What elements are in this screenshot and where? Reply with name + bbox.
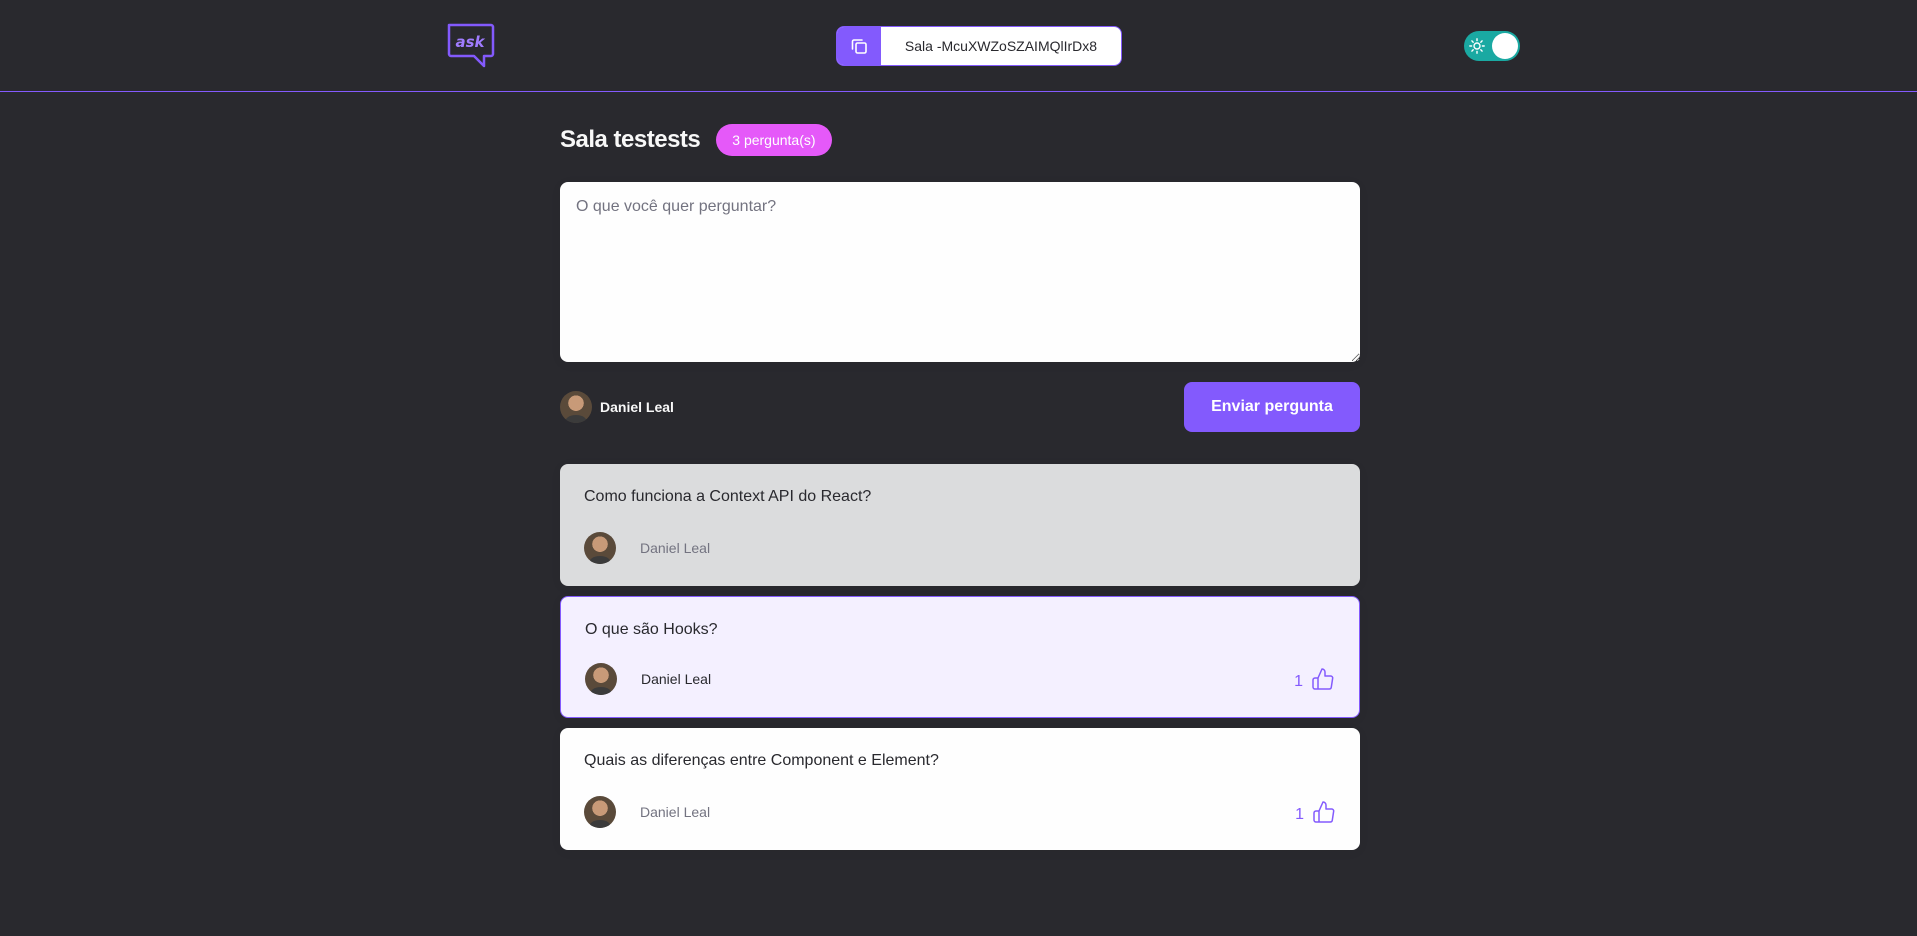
question-author: Daniel Leal: [585, 663, 711, 695]
author-name: Daniel Leal: [640, 540, 711, 556]
question-footer: Daniel Leal 1: [584, 796, 1336, 828]
like-button[interactable]: 1: [1295, 800, 1336, 824]
like-count: 1: [1295, 806, 1304, 823]
room-title-row: Sala testests 3 pergunta(s): [560, 124, 832, 156]
author-name: Daniel Leal: [640, 804, 711, 820]
ask-logo: ask: [446, 22, 496, 68]
copy-icon: [837, 27, 881, 65]
question-text: Quais as diferenças entre Component e El…: [584, 752, 939, 769]
sun-icon: [1469, 38, 1485, 54]
room-code-text: Sala -McuXWZoSZAIMQlIrDx8: [904, 38, 1098, 54]
question-item: Quais as diferenças entre Component e El…: [560, 728, 1360, 850]
send-question-button[interactable]: Enviar pergunta: [1184, 382, 1360, 432]
logo-text: ask: [455, 33, 485, 51]
user-name: Daniel Leal: [600, 399, 674, 415]
avatar: [585, 663, 617, 695]
thumbs-up-icon: [1312, 668, 1334, 690]
like-count: 1: [1294, 673, 1303, 690]
question-text: O que são Hooks?: [585, 621, 718, 638]
question-list: Como funciona a Context API do React? Da…: [560, 464, 1360, 860]
avatar: [560, 391, 592, 423]
question-author: Daniel Leal: [584, 796, 710, 828]
question-footer: Daniel Leal: [584, 532, 1336, 564]
room-code-button[interactable]: Sala -McuXWZoSZAIMQlIrDx8: [836, 26, 1122, 66]
question-item: Como funciona a Context API do React? Da…: [560, 464, 1360, 586]
author-name: Daniel Leal: [641, 671, 712, 687]
form-footer: Daniel Leal Enviar pergunta: [560, 382, 1360, 432]
toggle-knob: [1492, 33, 1518, 59]
question-footer: Daniel Leal 1: [585, 663, 1335, 695]
app-header: ask Sala -McuXWZoSZAIMQlIrDx8: [0, 0, 1917, 92]
question-author: Daniel Leal: [584, 532, 710, 564]
question-text: Como funciona a Context API do React?: [584, 488, 872, 505]
thumbs-up-icon: [1313, 801, 1335, 823]
avatar: [584, 532, 616, 564]
room-title: Sala testests: [560, 126, 701, 153]
question-item: O que são Hooks? Daniel Leal 1: [560, 596, 1360, 718]
question-textarea[interactable]: [560, 182, 1360, 362]
current-user: Daniel Leal: [560, 391, 674, 423]
avatar: [584, 796, 616, 828]
question-count-badge: 3 pergunta(s): [716, 124, 832, 156]
like-button[interactable]: 1: [1294, 667, 1335, 691]
theme-toggle[interactable]: [1464, 31, 1520, 61]
